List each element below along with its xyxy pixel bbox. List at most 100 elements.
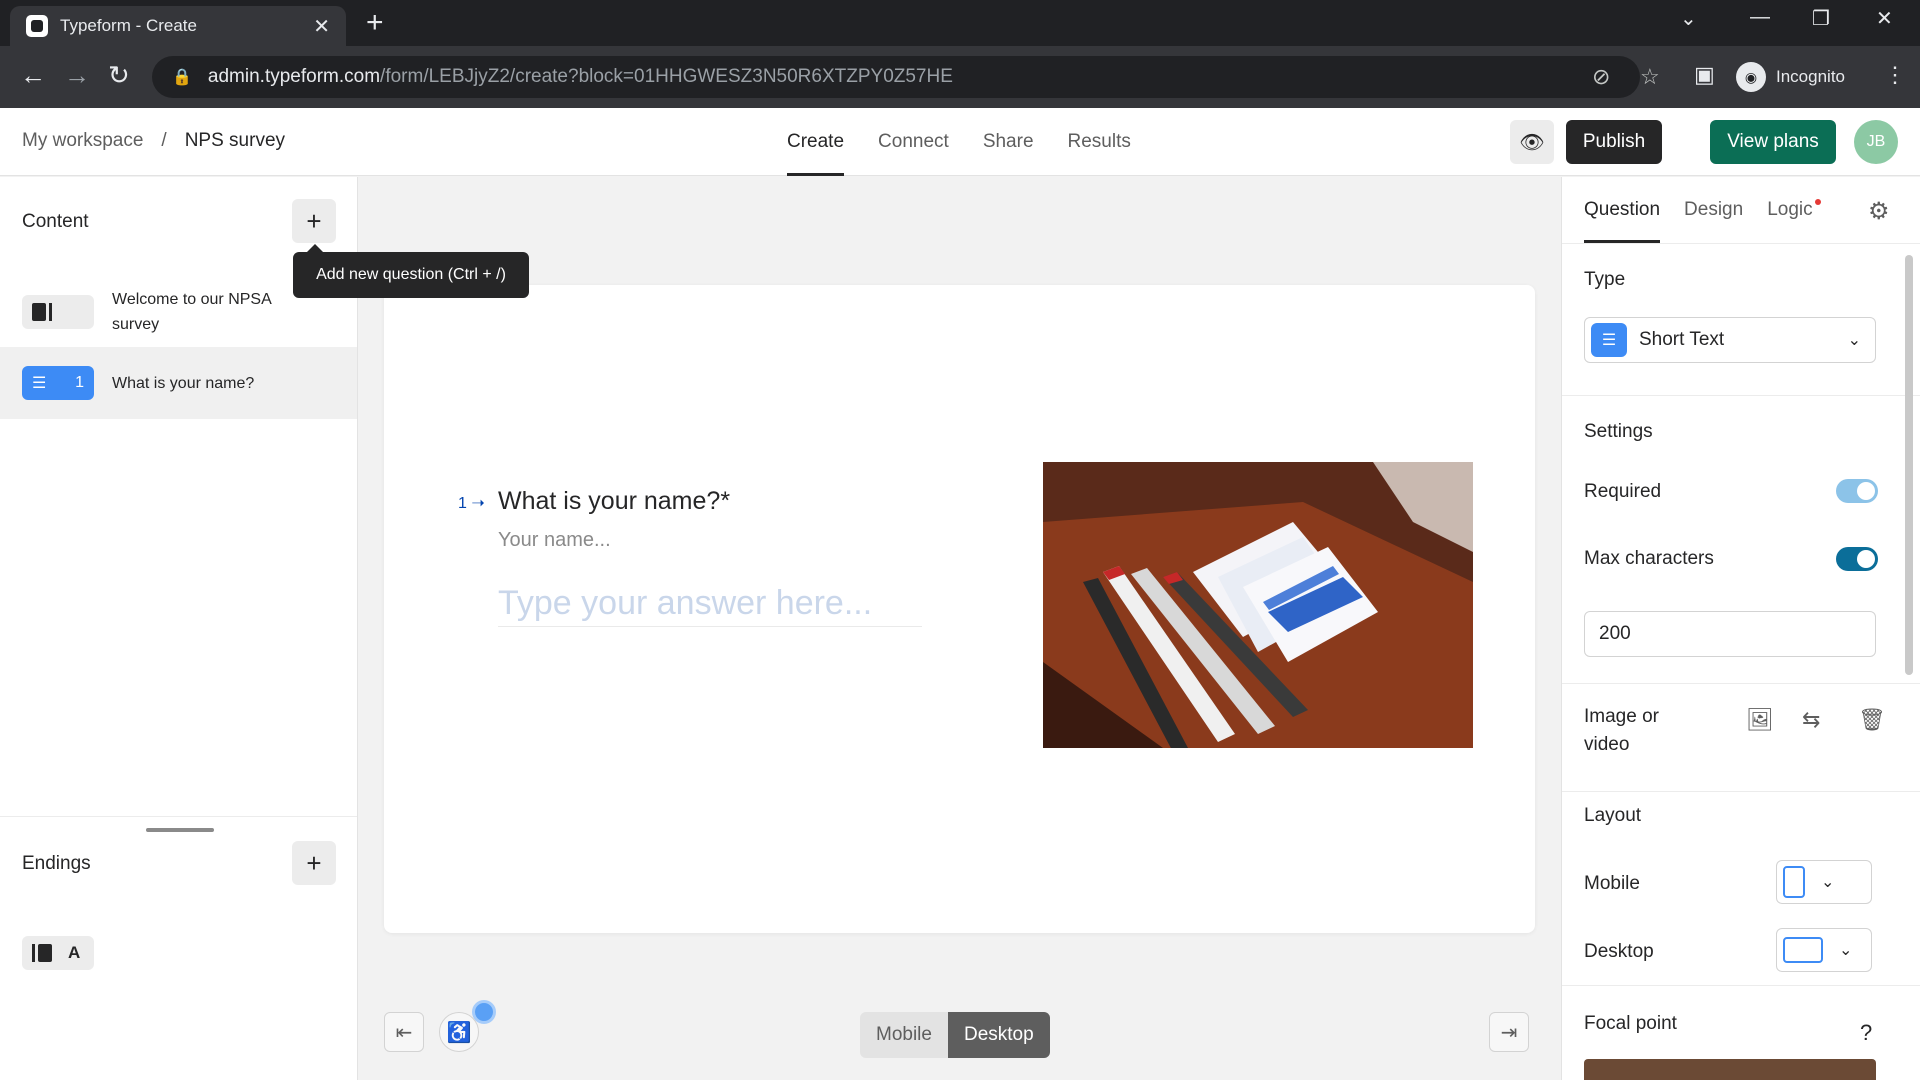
content-sidebar: Content + Welcome to our NPSA survey ☰ 1…	[0, 177, 358, 1080]
device-mobile-button[interactable]: Mobile	[860, 1012, 948, 1058]
lock-icon: 🔒	[172, 69, 192, 86]
max-characters-label: Max characters	[1584, 548, 1714, 569]
chevron-down-icon: ⌄	[1847, 332, 1861, 349]
add-question-button[interactable]: +	[292, 199, 336, 243]
answer-input[interactable]	[498, 581, 922, 627]
type-heading: Type	[1584, 269, 1626, 290]
settings-divider	[1562, 985, 1920, 986]
question-number: 1	[75, 374, 84, 391]
chevron-down-icon: ⌄	[1821, 874, 1835, 891]
tab-question[interactable]: Question	[1584, 177, 1661, 243]
browser-tab-title: Typeform - Create	[60, 16, 197, 35]
question-description[interactable]: Your name...	[498, 529, 611, 552]
app-header: My workspace / NPS survey Create Connect S…	[0, 108, 1920, 176]
form-canvas: 1 ➝ What is your name?* Your name... Typ…	[359, 177, 1561, 1080]
plus-icon: +	[306, 847, 322, 878]
max-characters-toggle[interactable]	[1836, 547, 1878, 571]
question-number-arrow: 1 ➝	[458, 495, 485, 512]
browser-menu-icon[interactable]: ⋮	[1884, 60, 1906, 90]
layout-desktop-icon	[1783, 937, 1823, 963]
required-label: Required	[1584, 481, 1662, 502]
layout-mobile-label: Mobile	[1584, 873, 1640, 894]
collapse-left-panel-icon[interactable]: ⇤	[384, 1012, 424, 1052]
eye-icon: 👁	[1519, 131, 1545, 154]
settings-divider	[1562, 243, 1920, 244]
list-item-label: Welcome to our NPSA survey	[112, 291, 271, 333]
plus-icon: +	[306, 205, 322, 236]
settings-scrollbar[interactable]	[1905, 255, 1913, 675]
reload-icon[interactable]: ↻	[108, 60, 130, 90]
add-question-tooltip: Add new question (Ctrl + /)	[293, 244, 529, 298]
forward-icon[interactable]: →	[64, 60, 90, 90]
address-bar[interactable]: 🔒 admin.typeform.com /form/LEBJjyZ2/crea…	[152, 56, 1660, 98]
eye-off-icon[interactable]: ⊘	[1592, 64, 1610, 90]
media-label: Image or video	[1584, 706, 1659, 755]
adjust-icon[interactable]: ⇆	[1802, 707, 1820, 733]
settings-divider	[1562, 791, 1920, 792]
chevron-down-icon: ⌄	[1839, 942, 1853, 959]
content-title: Content	[22, 211, 89, 232]
question-title[interactable]: What is your name?*	[498, 487, 730, 516]
tab-connect[interactable]: Connect	[878, 108, 949, 176]
layout-desktop-select[interactable]: ⌄	[1776, 928, 1872, 972]
back-icon[interactable]: ←	[20, 60, 46, 90]
device-toggle: Mobile Desktop	[860, 1012, 1050, 1058]
layout-desktop-label: Desktop	[1584, 941, 1654, 962]
bookmark-star-icon[interactable]: ☆	[1640, 64, 1660, 90]
tab-logic[interactable]: Logic	[1767, 177, 1821, 243]
layout-heading: Layout	[1584, 805, 1642, 826]
question-settings-panel: Question Design Logic ⚙ Type ☰ Short Tex…	[1561, 177, 1920, 1080]
side-panel-icon[interactable]: ▣	[1694, 60, 1715, 90]
max-characters-input[interactable]	[1584, 611, 1876, 657]
publish-button[interactable]: Publish	[1566, 120, 1662, 164]
breadcrumb-form[interactable]: NPS survey	[185, 130, 285, 151]
window-close-icon[interactable]: ✕	[1876, 6, 1893, 31]
list-item-question-1[interactable]: ☰ 1 What is your name?	[0, 347, 357, 419]
incognito-indicator[interactable]: ◉ Incognito	[1736, 56, 1845, 98]
ending-screen-icon: A	[22, 936, 94, 970]
breadcrumb-separator: /	[161, 130, 167, 151]
short-text-icon: ☰	[1591, 323, 1627, 357]
breadcrumb-workspace[interactable]: My workspace	[22, 130, 143, 151]
list-item-label: What is your name?	[112, 374, 255, 392]
trash-icon[interactable]: 🗑	[1858, 707, 1886, 733]
url-host: admin.typeform.com	[207, 66, 381, 87]
settings-divider	[1562, 395, 1920, 396]
help-icon[interactable]: ?	[1860, 1020, 1872, 1046]
logic-alert-dot	[1814, 199, 1821, 205]
question-type-select[interactable]: ☰ Short Text ⌄	[1584, 317, 1876, 363]
add-ending-button[interactable]: +	[292, 841, 336, 885]
list-item-ending[interactable]: A	[0, 925, 357, 981]
image-icon[interactable]: 🖼	[1746, 707, 1774, 733]
minimize-icon[interactable]: —	[1750, 6, 1770, 29]
collapse-right-panel-icon[interactable]: ⇥	[1489, 1012, 1529, 1052]
endings-title: Endings	[22, 853, 91, 874]
tab-results[interactable]: Results	[1068, 108, 1131, 176]
required-toggle[interactable]	[1836, 479, 1878, 503]
layout-mobile-select[interactable]: ⌄	[1776, 860, 1872, 904]
focal-point-preview[interactable]	[1584, 1059, 1876, 1080]
notification-dot[interactable]	[472, 1000, 496, 1024]
tab-design[interactable]: Design	[1684, 177, 1743, 243]
question-type-value: Short Text	[1639, 329, 1725, 350]
preview-button[interactable]: 👁	[1510, 120, 1554, 164]
view-plans-button[interactable]: View plans	[1710, 120, 1836, 164]
restore-icon[interactable]: ❐	[1812, 6, 1830, 31]
tab-search-icon[interactable]: ⌄	[1680, 6, 1697, 31]
browser-tab[interactable]: Typeform - Create ✕	[10, 6, 346, 46]
question-preview-card: 1 ➝ What is your name?* Your name...	[384, 285, 1535, 933]
settings-tabs: Question Design Logic	[1584, 177, 1821, 243]
tab-create[interactable]: Create	[787, 108, 845, 176]
question-image[interactable]	[1043, 462, 1473, 748]
tab-close-icon[interactable]: ✕	[313, 14, 330, 39]
tab-share[interactable]: Share	[983, 108, 1034, 176]
gear-icon[interactable]: ⚙	[1868, 197, 1890, 226]
ending-label: A	[68, 943, 81, 962]
avatar[interactable]: JB	[1854, 120, 1898, 164]
browser-navbar: ← → ↻ 🔒 admin.typeform.com /form/LEBJjyZ…	[0, 46, 1920, 108]
device-desktop-button[interactable]: Desktop	[947, 1012, 1050, 1058]
resize-handle[interactable]	[146, 828, 214, 832]
browser-tabbar: Typeform - Create ✕ + ⌄ — ❐ ✕	[0, 0, 1920, 46]
short-text-icon: ☰ 1	[22, 366, 94, 400]
new-tab-button[interactable]: +	[366, 8, 384, 38]
